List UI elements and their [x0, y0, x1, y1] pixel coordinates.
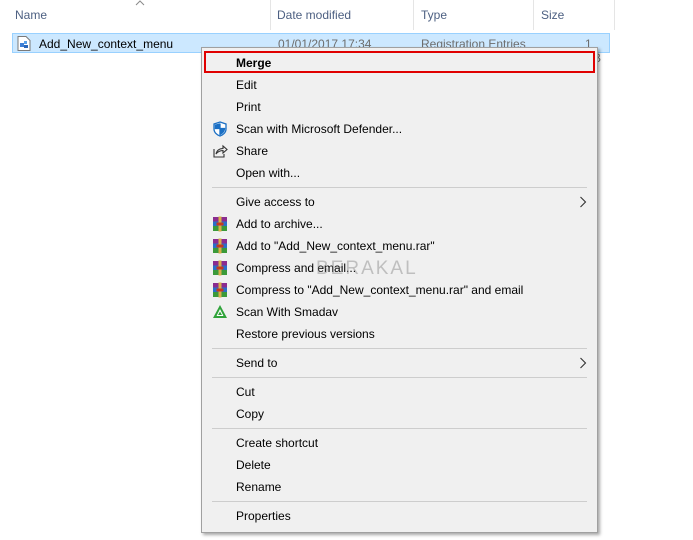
watermark-text: BERAKAL: [316, 258, 418, 279]
column-type[interactable]: Type: [414, 0, 534, 30]
menu-label: Cut: [236, 385, 255, 399]
menu-label: Delete: [236, 458, 271, 472]
menu-item-create-shortcut[interactable]: Create shortcut: [202, 432, 597, 454]
menu-label: Add to "Add_New_context_menu.rar": [236, 239, 435, 253]
registry-file-icon: [17, 36, 31, 51]
menu-item-delete[interactable]: Delete: [202, 454, 597, 476]
menu-item-compress-rar-email[interactable]: Compress to "Add_New_context_menu.rar" a…: [202, 279, 597, 301]
menu-item-send-to[interactable]: Send to: [202, 352, 597, 374]
menu-label: Copy: [236, 407, 265, 421]
column-header-bar: Name Date modified Type Size: [0, 0, 615, 30]
menu-label: Rename: [236, 480, 282, 494]
menu-item-rename[interactable]: Rename: [202, 476, 597, 498]
winrar-icon: [213, 282, 227, 298]
menu-label: Share: [236, 144, 269, 158]
menu-item-scan-smadav[interactable]: Scan With Smadav: [202, 301, 597, 323]
menu-separator: [212, 428, 587, 429]
menu-item-add-archive[interactable]: Add to archive...: [202, 213, 597, 235]
menu-label: Merge: [236, 56, 272, 70]
menu-item-open-with[interactable]: Open with...: [202, 162, 597, 184]
menu-item-edit[interactable]: Edit: [202, 74, 597, 96]
menu-item-merge[interactable]: Merge: [202, 52, 597, 74]
column-name[interactable]: Name: [0, 0, 271, 30]
menu-item-cut[interactable]: Cut: [202, 381, 597, 403]
menu-label: Scan with Microsoft Defender...: [236, 122, 403, 136]
winrar-icon: [213, 216, 227, 232]
menu-label: Give access to: [236, 195, 315, 209]
menu-label: Add to archive...: [236, 217, 323, 231]
menu-label: Properties: [236, 509, 291, 523]
menu-label: Restore previous versions: [236, 327, 375, 341]
winrar-icon: [213, 260, 227, 276]
menu-item-restore-versions[interactable]: Restore previous versions: [202, 323, 597, 345]
menu-label: Compress to "Add_New_context_menu.rar" a…: [236, 283, 524, 297]
smadav-icon: [213, 305, 227, 318]
menu-label: Edit: [236, 78, 257, 92]
context-menu: Merge Edit Print Scan with Microsoft Def…: [201, 47, 598, 533]
menu-label: Print: [236, 100, 261, 114]
menu-separator: [212, 348, 587, 349]
chevron-right-icon: [580, 196, 587, 208]
menu-separator: [212, 501, 587, 502]
menu-label: Scan With Smadav: [236, 305, 339, 319]
menu-label: Open with...: [236, 166, 301, 180]
column-date-modified[interactable]: Date modified: [271, 0, 414, 30]
menu-item-scan-defender[interactable]: Scan with Microsoft Defender...: [202, 118, 597, 140]
menu-item-share[interactable]: Share: [202, 140, 597, 162]
menu-separator: [212, 187, 587, 188]
menu-item-print[interactable]: Print: [202, 96, 597, 118]
menu-item-properties[interactable]: Properties: [202, 505, 597, 527]
menu-item-add-rar[interactable]: Add to "Add_New_context_menu.rar": [202, 235, 597, 257]
shield-icon: [213, 121, 227, 137]
share-icon: [213, 144, 228, 158]
menu-label: Create shortcut: [236, 436, 319, 450]
menu-separator: [212, 377, 587, 378]
chevron-right-icon: [580, 357, 587, 369]
winrar-icon: [213, 238, 227, 254]
file-name: Add_New_context_menu: [39, 37, 174, 51]
menu-item-give-access[interactable]: Give access to: [202, 191, 597, 213]
menu-item-copy[interactable]: Copy: [202, 403, 597, 425]
menu-label: Send to: [236, 356, 278, 370]
column-size[interactable]: Size: [534, 0, 615, 30]
